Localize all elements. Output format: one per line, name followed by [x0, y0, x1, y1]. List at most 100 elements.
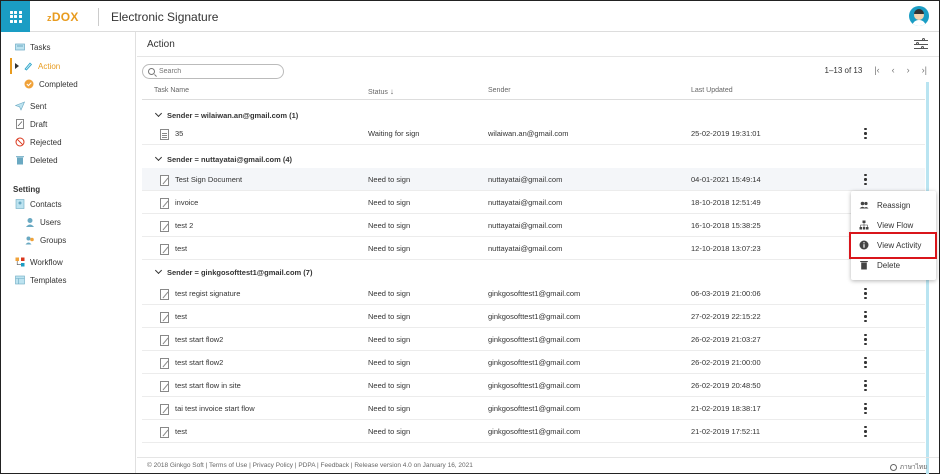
footer: © 2018 Ginkgo Soft | Terms of Use | Priv…	[137, 457, 939, 473]
more-options-icon[interactable]	[864, 311, 867, 322]
chevron-down-icon	[154, 266, 163, 275]
title-divider	[137, 56, 939, 57]
more-options-icon[interactable]	[864, 403, 867, 414]
sign-document-icon	[160, 335, 169, 346]
sidebar-item-workflow[interactable]: Workflow	[15, 254, 63, 270]
last-page-icon[interactable]: ›|	[922, 65, 927, 75]
globe-icon	[889, 463, 897, 471]
sidebar-item-groups[interactable]: Groups	[25, 232, 66, 248]
sidebar-item-action[interactable]: Action	[23, 58, 60, 74]
more-options-icon[interactable]	[864, 174, 867, 185]
table-row[interactable]: 35 Waiting for sign wilaiwan.an@gmail.co…	[142, 122, 925, 145]
sitemap-icon	[859, 220, 869, 230]
pagination: 1–13 of 13 |‹ ‹ › ›|	[825, 65, 928, 75]
more-options-icon[interactable]	[864, 380, 867, 391]
sign-document-icon	[160, 381, 169, 392]
table-row[interactable]: test start flow in site Need to sign gin…	[142, 374, 925, 397]
table-row[interactable]: invoice Need to sign nuttayatai@gmail.co…	[142, 191, 925, 214]
block-icon	[15, 137, 25, 147]
col-last-updated[interactable]: Last Updated	[691, 87, 733, 94]
sign-document-icon	[160, 221, 169, 232]
sidebar-item-completed[interactable]: Completed	[24, 76, 78, 92]
search-icon	[148, 68, 155, 75]
table-row[interactable]: Test Sign Document Need to sign nuttayat…	[142, 168, 925, 191]
main-panel: Action 1–13 of 13 |‹ ‹ › ›| Task Name St…	[137, 32, 939, 474]
sidebar-item-tasks[interactable]: Tasks	[15, 39, 50, 55]
template-icon	[15, 275, 25, 285]
page-title: Action	[147, 39, 175, 50]
more-options-icon[interactable]	[864, 288, 867, 299]
more-options-icon[interactable]	[864, 128, 867, 139]
filter-settings-icon[interactable]	[914, 38, 928, 50]
highlight-box	[849, 232, 937, 259]
table-row[interactable]: test Need to sign nuttayatai@gmail.com 1…	[142, 237, 925, 260]
sidebar: Tasks Action Completed Sent Draft Reject…	[1, 32, 136, 473]
chevron-down-icon	[154, 153, 163, 162]
sign-document-icon	[160, 198, 169, 209]
sign-document-icon	[160, 404, 169, 415]
more-options-icon[interactable]	[864, 426, 867, 437]
language-switch[interactable]: ภาษาไทย	[889, 462, 927, 472]
group-icon	[25, 236, 34, 245]
sign-document-icon	[160, 289, 169, 300]
trash-icon	[16, 156, 24, 165]
sidebar-item-deleted[interactable]: Deleted	[15, 152, 58, 168]
page-count: 1–13 of 13	[824, 65, 863, 75]
table-row[interactable]: test start flow2 Need to sign ginkgosoft…	[142, 328, 925, 351]
contacts-icon	[15, 199, 25, 209]
sidebar-item-contacts[interactable]: Contacts	[15, 196, 62, 212]
app-header: zDOX Electronic Signature	[1, 1, 939, 32]
draft-icon	[16, 119, 24, 129]
setting-heading: Setting	[13, 185, 41, 194]
group-header[interactable]: Sender = ginkgosofttest1@gmail.com (7)	[142, 265, 925, 279]
send-icon	[15, 101, 25, 111]
apps-grid-button[interactable]	[1, 1, 30, 32]
app-title: Electronic Signature	[111, 10, 219, 24]
col-task-name[interactable]: Task Name	[154, 87, 189, 94]
table-row[interactable]: test Need to sign ginkgosofttest1@gmail.…	[142, 305, 925, 328]
group-header[interactable]: Sender = nuttayatai@gmail.com (4)	[142, 152, 925, 166]
grid-icon	[9, 10, 22, 23]
more-options-icon[interactable]	[864, 357, 867, 368]
caret-right-icon	[15, 63, 19, 69]
sign-document-icon	[160, 312, 169, 323]
table-row[interactable]: tai test invoice start flow Need to sign…	[142, 397, 925, 420]
col-status[interactable]: Status ↓	[368, 87, 394, 96]
table-header: Task Name Status ↓ Sender Last Updated	[142, 82, 925, 100]
first-page-icon[interactable]: |‹	[874, 65, 879, 75]
more-options-icon[interactable]	[864, 334, 867, 345]
check-circle-icon	[24, 79, 34, 89]
sidebar-item-rejected[interactable]: Rejected	[15, 134, 62, 150]
active-indicator	[10, 58, 12, 74]
table-row[interactable]: test Need to sign ginkgosofttest1@gmail.…	[142, 420, 925, 443]
next-page-icon[interactable]: ›	[907, 65, 910, 75]
document-icon	[160, 129, 169, 140]
sort-arrow-down-icon: ↓	[389, 87, 394, 96]
user-icon	[26, 218, 34, 227]
zdox-logo: zDOX	[47, 10, 79, 24]
menu-item-reassign[interactable]: Reassign	[851, 195, 936, 215]
search-box[interactable]	[142, 64, 284, 79]
footer-links[interactable]: © 2018 Ginkgo Soft | Terms of Use | Priv…	[147, 462, 473, 469]
table-row[interactable]: test start flow2 Need to sign ginkgosoft…	[142, 351, 925, 374]
chevron-down-icon	[154, 109, 163, 118]
table-row[interactable]: test 2 Need to sign nuttayatai@gmail.com…	[142, 214, 925, 237]
search-input[interactable]	[159, 68, 269, 75]
sidebar-item-templates[interactable]: Templates	[15, 272, 66, 288]
sidebar-item-users[interactable]: Users	[25, 214, 61, 230]
sign-document-icon	[160, 244, 169, 255]
sign-document-icon	[160, 358, 169, 369]
table-row[interactable]: test regist signature Need to sign ginkg…	[142, 282, 925, 305]
prev-page-icon[interactable]: ‹	[892, 65, 895, 75]
sidebar-item-draft[interactable]: Draft	[15, 116, 47, 132]
sign-document-icon	[160, 175, 169, 186]
sign-document-icon	[160, 427, 169, 438]
group-header[interactable]: Sender = wilaiwan.an@gmail.com (1)	[142, 108, 925, 122]
people-icon	[859, 201, 869, 209]
workflow-icon	[15, 257, 25, 267]
sidebar-item-sent[interactable]: Sent	[15, 98, 46, 114]
user-avatar[interactable]	[909, 6, 929, 26]
col-sender[interactable]: Sender	[488, 87, 511, 94]
header-divider	[98, 8, 99, 26]
pen-hand-icon	[24, 62, 32, 71]
